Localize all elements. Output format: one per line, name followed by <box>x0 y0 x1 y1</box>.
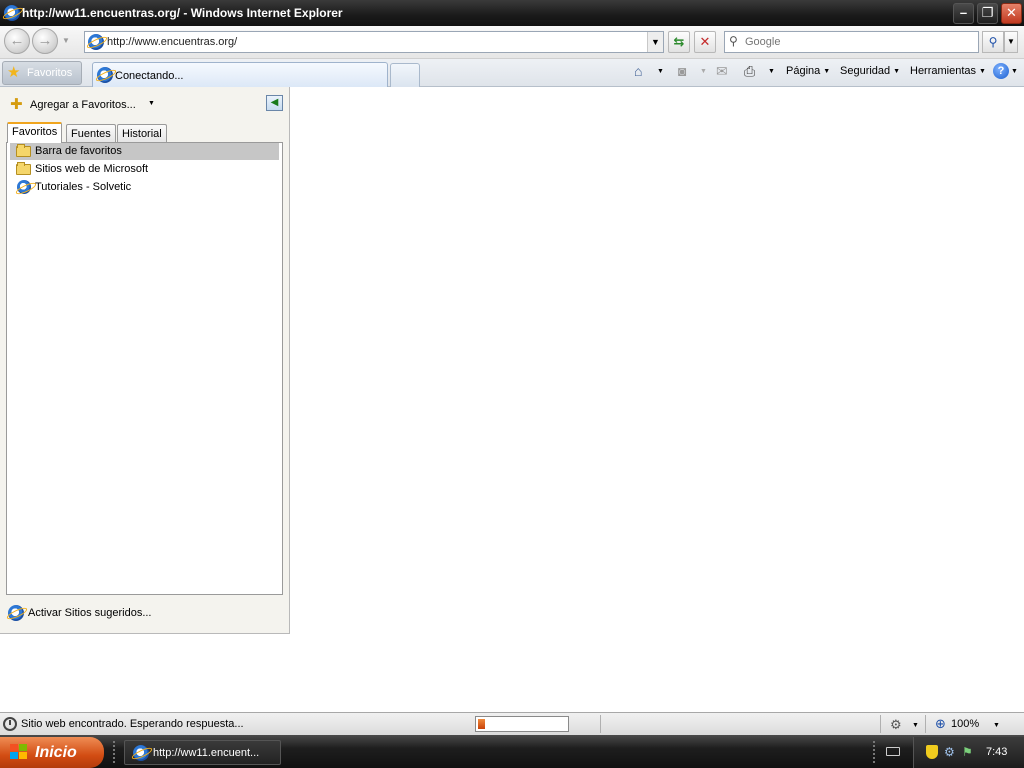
zoom-icon[interactable]: ⊕ <box>935 716 946 732</box>
start-button[interactable]: Inicio <box>0 737 104 768</box>
list-item[interactable]: Tutoriales - Solvetic <box>10 179 279 196</box>
loading-clock-icon <box>3 717 17 731</box>
command-bar: ★ Favoritos Conectando... ⌂ ▼ ◙ ▼ ✉ ⎙ ▼ … <box>0 59 1024 87</box>
tab-label: Conectando... <box>115 70 184 82</box>
refresh-icon[interactable]: ⇆ <box>668 31 690 53</box>
folder-icon <box>16 144 32 158</box>
ie-logo-icon <box>17 180 31 194</box>
home-dropdown-icon[interactable]: ▼ <box>657 68 664 75</box>
address-dropdown-icon[interactable]: ▼ <box>647 32 663 52</box>
status-divider <box>880 715 881 733</box>
tab-feeds[interactable]: Fuentes <box>66 124 116 143</box>
progress-fill <box>478 719 485 729</box>
home-icon[interactable]: ⌂ <box>634 63 642 79</box>
navigation-bar: ← → ▼ http://www.encuentras.org/ ▼ ⇆ ✕ ⚲… <box>0 26 1024 59</box>
suggested-sites-label: Activar Sitios sugeridos... <box>28 607 152 619</box>
zoom-dropdown-icon[interactable]: ▼ <box>993 722 1000 729</box>
ie-logo-icon <box>8 605 24 621</box>
close-button[interactable]: ✕ <box>1001 3 1022 24</box>
security-menu-label: Seguridad <box>840 65 891 77</box>
list-item-label: Barra de favoritos <box>35 145 122 157</box>
zoom-level[interactable]: 100% <box>951 718 979 730</box>
recent-pages-dropdown[interactable]: ▼ <box>62 36 70 45</box>
page-content[interactable] <box>290 87 1024 712</box>
taskbar: Inicio http://ww11.encuent... ⚙ ⚑ 7:43 <box>0 735 1024 768</box>
tab-favorites[interactable]: Favoritos <box>7 122 63 143</box>
page-icon <box>88 34 104 50</box>
progress-bar <box>475 716 569 732</box>
list-item-label: Tutoriales - Solvetic <box>35 181 132 193</box>
print-dropdown-icon[interactable]: ▼ <box>768 68 775 75</box>
favorites-list: Barra de favoritos Sitios web de Microso… <box>6 142 283 595</box>
ie-logo-icon <box>133 745 149 761</box>
network-icon[interactable]: ⚙ <box>944 745 955 759</box>
feeds-dropdown-icon[interactable]: ▼ <box>700 68 707 75</box>
list-item-label: Sitios web de Microsoft <box>35 163 149 175</box>
search-options-dropdown[interactable]: ▼ <box>1004 31 1018 53</box>
forward-button[interactable]: → <box>32 28 58 54</box>
status-divider <box>600 715 601 733</box>
taskbar-button-ie[interactable]: http://ww11.encuent... <box>124 740 281 765</box>
favorites-center: ✚ Agregar a Favoritos... ▼ ◀ Favoritos F… <box>0 87 290 634</box>
star-icon: ★ <box>7 64 21 81</box>
back-button[interactable]: ← <box>4 28 30 54</box>
feeds-icon[interactable]: ◙ <box>678 63 686 79</box>
windows-logo-icon <box>10 744 28 760</box>
favorites-button[interactable]: ★ Favoritos <box>2 61 82 85</box>
search-provider-icon: ⚲ <box>729 34 738 48</box>
search-box[interactable]: ⚲ <box>724 31 979 53</box>
new-tab-button[interactable] <box>390 63 420 87</box>
system-tray: ⚙ ⚑ 7:43 <box>913 737 1024 768</box>
list-item[interactable]: Barra de favoritos <box>10 143 279 160</box>
search-icon[interactable]: ⚲ <box>982 31 1004 53</box>
shield-icon[interactable] <box>926 745 938 759</box>
ie-logo-icon <box>97 67 113 83</box>
zone-dropdown-icon[interactable]: ▼ <box>912 722 919 729</box>
tab-history[interactable]: Historial <box>117 124 167 143</box>
taskbar-grip[interactable] <box>113 741 117 763</box>
start-label: Inicio <box>35 744 77 761</box>
pin-favorites-center-icon[interactable]: ◀ <box>266 95 283 111</box>
status-text: Sitio web encontrado. Esperando respuest… <box>21 718 244 730</box>
title-bar[interactable]: http://ww11.encuentras.org/ - Windows In… <box>0 0 1024 26</box>
stop-icon[interactable]: ✕ <box>694 31 716 53</box>
keyboard-icon[interactable] <box>886 747 900 756</box>
list-item[interactable]: Sitios web de Microsoft <box>10 161 279 178</box>
status-divider <box>925 715 926 733</box>
maximize-button[interactable]: ❐ <box>977 3 998 24</box>
window-title: http://ww11.encuentras.org/ - Windows In… <box>22 6 343 20</box>
ie-logo-icon <box>4 5 20 21</box>
taskbar-button-label: http://ww11.encuent... <box>153 747 260 759</box>
print-icon[interactable]: ⎙ <box>744 63 755 80</box>
add-to-favorites-label: Agregar a Favoritos... <box>30 99 136 111</box>
status-bar: Sitio web encontrado. Esperando respuest… <box>0 712 1024 735</box>
tools-menu-label: Herramientas <box>910 65 977 77</box>
tab-active[interactable]: Conectando... <box>92 62 388 87</box>
page-menu[interactable]: Página ▼ <box>786 65 830 77</box>
search-input[interactable] <box>745 34 975 50</box>
favorites-button-label: Favoritos <box>27 67 73 79</box>
taskbar-grip[interactable] <box>873 741 877 763</box>
add-favorites-dropdown-icon[interactable]: ▼ <box>148 100 155 107</box>
address-bar[interactable]: http://www.encuentras.org/ ▼ <box>84 31 664 53</box>
add-favorite-star-icon: ✚ <box>10 96 23 113</box>
folder-icon <box>16 162 32 176</box>
address-url[interactable]: http://www.encuentras.org/ <box>107 36 237 48</box>
help-dropdown-icon[interactable]: ▼ <box>1011 68 1018 75</box>
network-status-icon[interactable]: ⚑ <box>962 745 973 759</box>
page-menu-label: Página <box>786 65 821 77</box>
clock[interactable]: 7:43 <box>986 746 1007 758</box>
tools-menu[interactable]: Herramientas ▼ <box>910 65 986 77</box>
help-icon[interactable]: ? <box>993 63 1009 79</box>
protected-mode-icon[interactable]: ⚙ <box>890 717 902 733</box>
security-menu[interactable]: Seguridad ▼ <box>840 65 900 77</box>
mail-icon[interactable]: ✉ <box>716 63 728 80</box>
minimize-button[interactable]: – <box>953 3 974 24</box>
